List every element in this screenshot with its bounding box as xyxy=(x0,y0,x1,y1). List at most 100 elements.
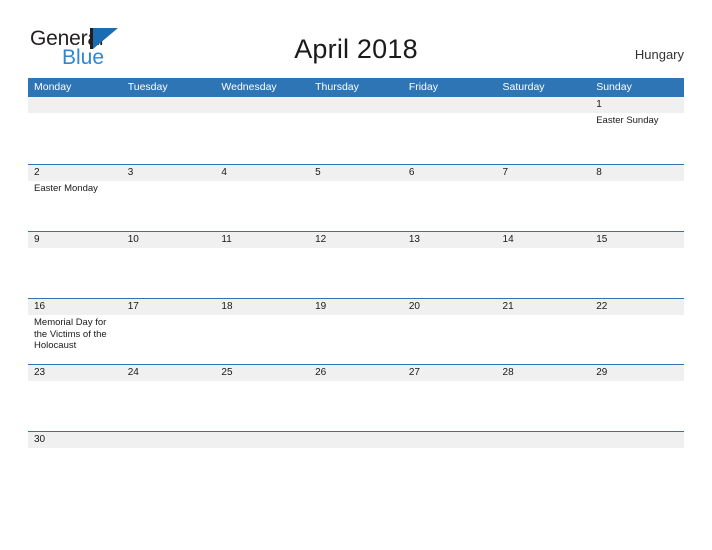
day-event-text xyxy=(122,248,216,298)
day-event-text xyxy=(309,315,403,364)
day-event-text xyxy=(497,315,591,364)
date-number-band: 16 17 18 19 20 21 22 xyxy=(28,299,684,315)
day-event-text xyxy=(590,181,684,231)
date-number[interactable]: 22 xyxy=(590,299,684,315)
day-event-text xyxy=(403,113,497,164)
date-number[interactable]: 15 xyxy=(590,232,684,248)
day-event-text xyxy=(497,181,591,231)
day-event-text: Memorial Day for the Victims of the Holo… xyxy=(34,317,107,351)
calendar-week-row: 2 3 4 5 6 7 8 Easter Monday xyxy=(28,164,684,231)
day-header-friday: Friday xyxy=(408,81,438,93)
day-event-text xyxy=(215,381,309,431)
date-number[interactable] xyxy=(28,97,122,113)
date-number[interactable] xyxy=(215,432,309,448)
date-number-band: 30 xyxy=(28,432,684,448)
date-number[interactable]: 23 xyxy=(28,365,122,381)
day-header-wednesday: Wednesday xyxy=(221,81,277,93)
day-event-text xyxy=(590,248,684,298)
day-event-text xyxy=(28,113,122,164)
day-event-text xyxy=(309,113,403,164)
date-number[interactable]: 28 xyxy=(497,365,591,381)
day-event-text xyxy=(497,381,591,431)
page-header: General Blue April 2018 Hungary xyxy=(0,0,712,78)
date-number[interactable]: 25 xyxy=(215,365,309,381)
date-number[interactable]: 12 xyxy=(309,232,403,248)
day-event-text xyxy=(122,315,216,364)
day-event-text xyxy=(497,448,591,498)
day-event-text xyxy=(497,113,591,164)
date-number[interactable]: 29 xyxy=(590,365,684,381)
day-header-monday: Monday xyxy=(34,81,72,93)
date-number[interactable]: 9 xyxy=(28,232,122,248)
country-label: Hungary xyxy=(634,47,684,62)
day-header-sunday: Sunday xyxy=(596,81,632,93)
day-event-text xyxy=(309,248,403,298)
date-number[interactable] xyxy=(403,97,497,113)
day-event-text xyxy=(28,381,122,431)
date-number[interactable]: 21 xyxy=(497,299,591,315)
date-number[interactable]: 13 xyxy=(403,232,497,248)
date-number-band: 2 3 4 5 6 7 8 xyxy=(28,165,684,181)
calendar-week-row: 23 24 25 26 27 28 29 xyxy=(28,364,684,431)
day-header-saturday: Saturday xyxy=(502,81,545,93)
date-number[interactable]: 6 xyxy=(403,165,497,181)
date-number[interactable]: 5 xyxy=(309,165,403,181)
day-event-text xyxy=(215,113,309,164)
date-number[interactable]: 30 xyxy=(28,432,122,448)
day-event-text xyxy=(590,381,684,431)
date-number[interactable]: 7 xyxy=(497,165,591,181)
date-number[interactable] xyxy=(122,432,216,448)
day-event-text xyxy=(403,315,497,364)
date-number[interactable] xyxy=(403,432,497,448)
date-number[interactable]: 19 xyxy=(309,299,403,315)
date-number[interactable]: 1 xyxy=(590,97,684,113)
day-event-text xyxy=(403,381,497,431)
date-number[interactable]: 24 xyxy=(122,365,216,381)
day-event-text xyxy=(403,248,497,298)
calendar-week-row: 1 Easter Sunday xyxy=(28,96,684,164)
date-number[interactable]: 26 xyxy=(309,365,403,381)
day-event-text xyxy=(215,448,309,498)
date-number-band: 1 xyxy=(28,97,684,113)
date-number[interactable]: 2 xyxy=(28,165,122,181)
date-number[interactable]: 4 xyxy=(215,165,309,181)
day-event-text xyxy=(28,448,122,498)
date-number[interactable]: 18 xyxy=(215,299,309,315)
event-band xyxy=(28,448,684,498)
date-number[interactable] xyxy=(497,97,591,113)
calendar-week-row: 16 17 18 19 20 21 22 Memorial Day for th… xyxy=(28,298,684,364)
day-event-text xyxy=(122,448,216,498)
day-event-text xyxy=(403,448,497,498)
day-event-text xyxy=(590,315,684,364)
day-event-text xyxy=(309,181,403,231)
calendar-grid: Monday Tuesday Wednesday Thursday Friday… xyxy=(28,78,684,498)
day-event-text xyxy=(122,181,216,231)
date-number[interactable]: 17 xyxy=(122,299,216,315)
day-event-text xyxy=(403,181,497,231)
date-number[interactable]: 16 xyxy=(28,299,122,315)
event-band: Easter Sunday xyxy=(28,113,684,164)
page-title: April 2018 xyxy=(294,34,418,64)
date-number[interactable] xyxy=(590,432,684,448)
day-event-text xyxy=(122,113,216,164)
date-number[interactable] xyxy=(122,97,216,113)
calendar-week-row: 9 10 11 12 13 14 15 xyxy=(28,231,684,298)
date-number[interactable] xyxy=(309,97,403,113)
day-event-text xyxy=(309,448,403,498)
day-event-text xyxy=(215,315,309,364)
day-event-text xyxy=(497,248,591,298)
day-event-text xyxy=(215,181,309,231)
date-number[interactable]: 20 xyxy=(403,299,497,315)
date-number[interactable]: 27 xyxy=(403,365,497,381)
day-event-text: Easter Sunday xyxy=(596,115,659,126)
date-number[interactable]: 8 xyxy=(590,165,684,181)
day-event-text xyxy=(28,248,122,298)
date-number[interactable]: 14 xyxy=(497,232,591,248)
date-number[interactable] xyxy=(497,432,591,448)
date-number[interactable]: 3 xyxy=(122,165,216,181)
date-number[interactable] xyxy=(215,97,309,113)
date-number[interactable] xyxy=(309,432,403,448)
date-number[interactable]: 10 xyxy=(122,232,216,248)
date-number[interactable]: 11 xyxy=(215,232,309,248)
day-header-thursday: Thursday xyxy=(315,81,359,93)
